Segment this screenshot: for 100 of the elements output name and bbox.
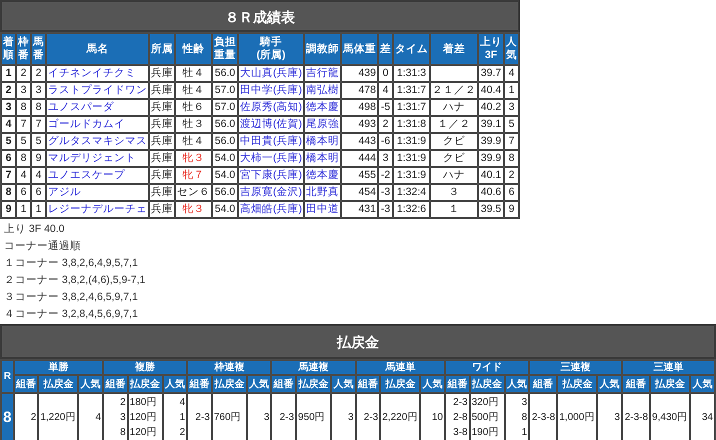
column-header: 複勝 [103, 360, 188, 375]
table-cell: 56.0 [212, 116, 238, 133]
table-cell: 1:31:9 [393, 150, 430, 167]
table-cell: 40.2 [478, 99, 504, 116]
table-cell: 1:31:7 [393, 99, 430, 116]
table-cell: 431 [341, 201, 378, 218]
table-cell: 兵庫 [149, 167, 175, 184]
table-cell: 57.0 [212, 82, 238, 99]
column-header: 馬 番 [31, 33, 46, 65]
table-cell: 8 [1, 184, 16, 201]
table-cell: 2 [1, 82, 16, 99]
table-cell: 444 [341, 150, 378, 167]
table-cell: 7 [1, 167, 16, 184]
table-cell-text: 2-3 [194, 411, 210, 425]
column-header: 組番 [271, 375, 296, 393]
table-cell: 4 [1, 116, 16, 133]
corner-order-text: １コーナー 3,8,2,6,4,9,5,7,1 [4, 256, 138, 271]
table-cell-text: 3 [262, 411, 270, 425]
corner-order-text: ４コーナー 3,2,8,4,5,6,9,7,1 [4, 307, 138, 322]
table-cell: 1:31:9 [393, 133, 430, 150]
table-cell: 39.5 [478, 201, 504, 218]
column-header: 所属 [149, 33, 175, 65]
column-header: 人気 [597, 375, 622, 393]
column-header: 差 [378, 33, 393, 65]
column-header: ワイド [444, 360, 530, 375]
table-cell: ３ [430, 184, 478, 201]
table-cell-text: 1,000円 [559, 411, 596, 425]
table-cell: 39.1 [478, 116, 504, 133]
column-header: 人気 [690, 375, 715, 393]
table-cell: 1 [1, 65, 16, 82]
table-cell-text: 2-3-8 [624, 411, 648, 425]
table-cell: 牡３ [175, 116, 212, 133]
column-header: 払戻金 [650, 375, 690, 393]
table-cell: 443 [341, 133, 378, 150]
table-cell: 兵庫 [149, 99, 175, 116]
table-cell: 39.9 [478, 150, 504, 167]
column-header: 組番 [529, 375, 558, 393]
last-3f-text: 上り 3F 40.0 [4, 222, 65, 237]
table-cell-text: 1 [178, 411, 186, 425]
table-cell-text: 3 [119, 411, 126, 425]
column-header: 上り 3F [478, 33, 504, 65]
table-cell-text: 1,220円 [40, 411, 76, 425]
table-cell-text: 2,220円 [382, 411, 418, 425]
table-cell-text: 8 [520, 411, 528, 425]
table-cell-text: 3 [347, 411, 354, 425]
column-header: 組番 [103, 375, 128, 393]
table-cell-text: 2 [178, 426, 186, 440]
column-header: 枠連複 [187, 360, 272, 375]
table-cell: 1:31:3 [393, 65, 430, 82]
column-header: 性齢 [175, 33, 212, 65]
table-cell: 439 [341, 65, 378, 82]
table-cell-text: 120円 [130, 426, 158, 440]
table-cell: 54.0 [212, 150, 238, 167]
table-cell-text: 120円 [130, 411, 158, 425]
table-cell-text: 3 [520, 396, 528, 410]
table-cell-text: 950円 [298, 411, 326, 425]
table-cell: 1:31:9 [393, 167, 430, 184]
table-cell: クビ [430, 133, 478, 150]
table-cell: 54.0 [212, 167, 238, 184]
table-cell: 478 [341, 82, 378, 99]
table-cell: 9 [1, 201, 16, 218]
table-cell-text: 190円 [472, 426, 500, 440]
corner-order-text: ２コーナー 3,8,2,(4,6),5,9-7,1 [4, 273, 146, 288]
table-cell-text: 760円 [214, 411, 242, 425]
corner-heading: コーナー通過順 [4, 239, 81, 254]
table-cell: １／２ [430, 116, 478, 133]
table-cell: 54.0 [212, 201, 238, 218]
table-cell: 兵庫 [149, 65, 175, 82]
table-cell: 牡６ [175, 99, 212, 116]
table-cell: 兵庫 [149, 184, 175, 201]
table-cell: 兵庫 [149, 201, 175, 218]
table-cell: 56.0 [212, 184, 238, 201]
table-cell: 牝７ [175, 167, 212, 184]
table-cell: 兵庫 [149, 82, 175, 99]
table-cell-text: 2 [30, 411, 36, 425]
table-cell-text: 320円 [472, 396, 500, 410]
column-header: 馬名 [46, 33, 149, 65]
table-cell: ハナ [430, 99, 478, 116]
table-cell-text: 2-3-8 [531, 411, 556, 425]
table-cell: 40.1 [478, 167, 504, 184]
column-header: 馬連単 [356, 360, 445, 375]
table-cell: 兵庫 [149, 150, 175, 167]
table-cell: 牝３ [175, 150, 212, 167]
table-cell-text: 1 [520, 426, 528, 440]
table-cell: 39.7 [478, 65, 504, 82]
table-cell: 1:32:4 [393, 184, 430, 201]
column-header: 人 気 [504, 33, 519, 65]
column-header: タイム [393, 33, 430, 65]
table-cell-text: 10 [430, 411, 443, 425]
table-cell: 1:31:8 [393, 116, 430, 133]
column-header: R [1, 360, 14, 393]
table-cell: 牡４ [175, 65, 212, 82]
column-header: 人気 [78, 375, 104, 393]
table-cell: セン６ [175, 184, 212, 201]
table-cell: 牡４ [175, 82, 212, 99]
table-cell: ２１／２ [430, 82, 478, 99]
table-cell-text: 4 [94, 411, 102, 425]
column-header: 着 順 [1, 33, 16, 65]
table-cell-text: 2-8 [452, 411, 468, 425]
table-cell: 5 [1, 133, 16, 150]
